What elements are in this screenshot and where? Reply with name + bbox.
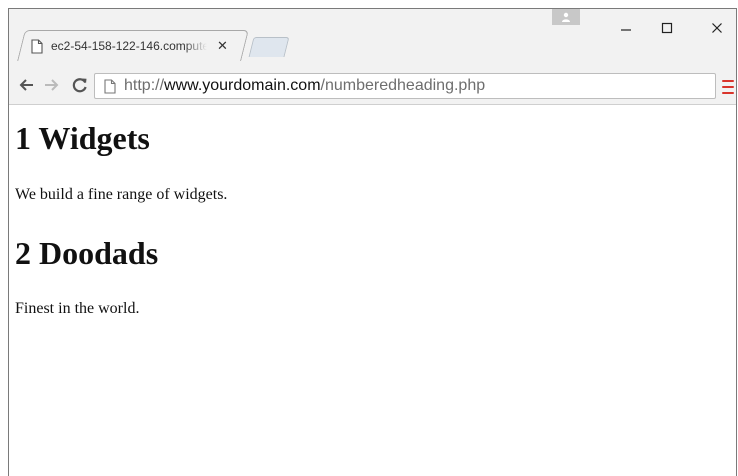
hamburger-menu-icon[interactable] — [722, 80, 734, 94]
url-text[interactable]: http://www.yourdomain.com/numberedheadin… — [124, 77, 485, 95]
page-icon — [104, 78, 116, 94]
paragraph-doodads: Finest in the world. — [15, 300, 140, 317]
new-tab-button[interactable] — [248, 37, 290, 57]
menu-bar — [722, 86, 734, 88]
back-button[interactable] — [15, 74, 37, 96]
url-path: /numberedheading.php — [320, 77, 486, 94]
back-arrow-icon — [19, 79, 33, 91]
maximize-icon — [661, 22, 673, 34]
forward-button[interactable] — [41, 74, 63, 96]
user-icon — [562, 12, 570, 22]
title-bar: ec2-54-158-122-146.compute-1.amazonaws.c… — [9, 9, 736, 67]
heading-widgets: 1 Widgets — [15, 120, 150, 156]
heading-doodads: 2 Doodads — [15, 235, 159, 271]
maximize-button[interactable] — [647, 17, 687, 39]
forward-arrow-icon — [45, 79, 59, 91]
tab-title: ec2-54-158-122-146.compute-1.amazonaws.c… — [51, 39, 207, 53]
browser-toolbar: http://www.yourdomain.com/numberedheadin… — [9, 67, 736, 105]
page-content: 1 Widgets We build a fine range of widge… — [9, 106, 736, 476]
reload-button[interactable] — [69, 74, 91, 96]
menu-bar — [722, 80, 734, 82]
profile-button[interactable] — [552, 9, 580, 25]
active-tab-content[interactable]: ec2-54-158-122-146.compute-1.amazonaws.c… — [19, 36, 245, 56]
browser-window: ec2-54-158-122-146.compute-1.amazonaws.c… — [8, 8, 737, 476]
close-icon — [712, 23, 722, 33]
url-domain: www.yourdomain.com — [164, 77, 321, 94]
reload-icon — [72, 78, 87, 93]
tab-close-icon[interactable]: ✕ — [217, 40, 228, 53]
url-scheme: http:// — [124, 77, 165, 94]
address-bar[interactable]: http://www.yourdomain.com/numberedheadin… — [94, 73, 716, 99]
page-icon — [31, 38, 43, 54]
paragraph-widgets: We build a fine range of widgets. — [15, 186, 228, 203]
minimize-icon — [621, 29, 631, 31]
minimize-button[interactable] — [606, 17, 646, 39]
close-window-button[interactable] — [697, 17, 737, 39]
menu-bar — [722, 92, 734, 94]
